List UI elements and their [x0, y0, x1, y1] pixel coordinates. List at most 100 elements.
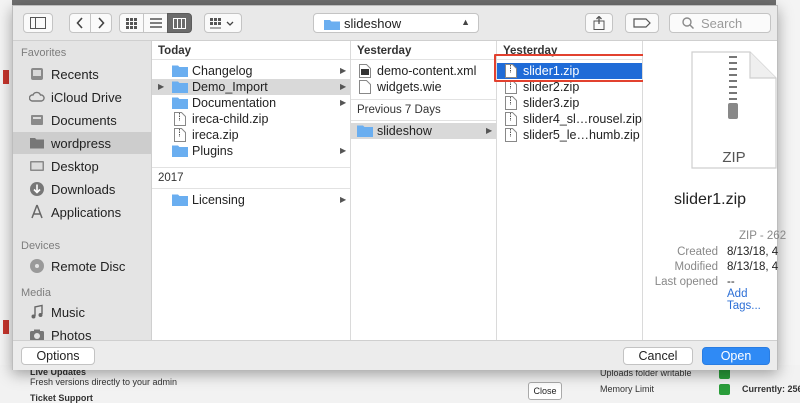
background-text: Memory Limit: [600, 384, 655, 394]
updown-chevron-icon: ▲: [461, 17, 470, 27]
list-item-label: ireca.zip: [192, 128, 239, 142]
sidebar-item-music[interactable]: Music: [13, 301, 151, 323]
list-item-selected[interactable]: ▶ Demo_Import ▶: [152, 79, 350, 95]
options-button[interactable]: Options: [21, 347, 95, 365]
sidebar-toggle-button[interactable]: [23, 13, 53, 33]
preview-filename: slider1.zip: [673, 191, 747, 208]
list-item-label: Changelog: [192, 64, 253, 78]
modified-value: 8/13/18, 4: [727, 261, 779, 273]
list-item-label: Documentation: [192, 96, 277, 110]
list-item[interactable]: slider3.zip: [497, 95, 642, 111]
list-item-label: slider5_le…humb.zip: [523, 128, 640, 142]
background-close-button[interactable]: Close: [528, 382, 562, 400]
sidebar-item-desktop[interactable]: Desktop: [13, 155, 151, 177]
back-button[interactable]: [69, 13, 91, 33]
sidebar-item-label: Downloads: [51, 182, 116, 197]
list-item[interactable]: slider4_sl…rousel.zip: [497, 111, 642, 127]
tag-icon: [633, 18, 651, 28]
disclosure-arrow-icon: ▶: [340, 195, 347, 204]
tags-button[interactable]: [625, 13, 659, 33]
documents-icon: [31, 115, 43, 125]
list-item[interactable]: Documentation ▶: [152, 95, 350, 111]
folder-icon: [172, 97, 188, 109]
grid-icon: [126, 17, 137, 29]
path-popup[interactable]: slideshow ▲: [313, 13, 479, 33]
sidebar-item-label: Remote Disc: [51, 259, 126, 274]
sidebar-icon: [30, 17, 46, 29]
disclosure-arrow-icon: ▶: [158, 82, 165, 91]
sidebar-item-label: iCloud Drive: [51, 90, 122, 105]
list-item[interactable]: slider5_le…humb.zip: [497, 127, 642, 143]
sidebar-item-documents[interactable]: Documents: [13, 109, 151, 131]
folder-icon: [172, 194, 188, 206]
zip-file-icon: [174, 128, 186, 142]
sidebar-item-label: Applications: [51, 205, 122, 220]
list-item[interactable]: Plugins ▶: [152, 143, 350, 159]
add-tags-link[interactable]: Add Tags...: [727, 288, 777, 312]
list-item-label: slideshow: [377, 124, 432, 138]
sidebar-item-remote-disc[interactable]: Remote Disc: [13, 255, 151, 277]
folder-icon: [172, 65, 188, 77]
folder-icon: [357, 125, 373, 137]
column-section-header: Previous 7 Days: [357, 104, 441, 116]
sidebar-item-downloads[interactable]: Downloads: [13, 178, 151, 200]
column-view-button[interactable]: [167, 13, 192, 33]
dialog-footer: Options Cancel Open: [13, 340, 777, 370]
list-item[interactable]: demo-content.xml: [351, 63, 496, 79]
list-item-label: slider4_sl…rousel.zip: [523, 112, 642, 126]
file-icon: [359, 80, 371, 94]
zip-file-icon: [505, 96, 517, 110]
list-view-button[interactable]: [143, 13, 168, 33]
sidebar-item-icloud-drive[interactable]: iCloud Drive: [13, 86, 151, 108]
list-item[interactable]: ireca.zip: [152, 127, 350, 143]
music-icon: [31, 304, 43, 319]
desktop-icon: [30, 161, 44, 171]
arrange-menu-button[interactable]: [204, 13, 242, 33]
column-divider: [351, 99, 496, 100]
share-button[interactable]: [585, 13, 613, 33]
background-text: Ticket Support: [30, 393, 93, 403]
column-section-header: Today: [158, 45, 192, 57]
list-item[interactable]: widgets.wie: [351, 79, 496, 95]
arrange-grid-icon: [210, 17, 234, 28]
check-icon: [719, 384, 730, 395]
created-value: 8/13/18, 4: [727, 246, 779, 258]
xml-file-icon: [359, 64, 371, 78]
list-item[interactable]: Changelog ▶: [152, 63, 350, 79]
last-opened-value: --: [727, 276, 735, 288]
open-button[interactable]: Open: [702, 347, 770, 365]
forward-button[interactable]: [90, 13, 112, 33]
search-field[interactable]: Search: [669, 13, 771, 33]
disclosure-arrow-icon: ▶: [486, 126, 493, 135]
sidebar: Favorites Recents iCloud Drive Documents…: [13, 41, 152, 343]
background-page-left: [0, 0, 12, 403]
created-label: Created: [677, 246, 718, 258]
list-item-label: Licensing: [192, 193, 245, 207]
list-item-label: slider3.zip: [523, 96, 580, 110]
sidebar-section-devices: Devices: [21, 240, 61, 252]
folder-icon: [172, 81, 188, 93]
disclosure-arrow-icon: ▶: [340, 66, 347, 75]
list-item[interactable]: Licensing ▶: [152, 192, 350, 208]
file-type-label: ZIP: [722, 149, 746, 166]
sidebar-section-media: Media: [21, 287, 51, 299]
list-item-label: demo-content.xml: [377, 64, 477, 78]
sidebar-item-recents[interactable]: Recents: [13, 63, 151, 85]
list-item[interactable]: ireca-child.zip: [152, 111, 350, 127]
list-item-selected[interactable]: slideshow ▶: [351, 123, 496, 139]
sidebar-item-applications[interactable]: Applications: [13, 201, 151, 223]
cancel-button[interactable]: Cancel: [623, 347, 693, 365]
icon-view-button[interactable]: [119, 13, 144, 33]
background-text: Fresh versions directly to your admin: [30, 377, 178, 387]
share-icon: [593, 16, 605, 30]
list-icon: [149, 18, 162, 28]
column-divider: [351, 120, 496, 121]
folder-icon: [172, 145, 188, 157]
column-divider: [351, 59, 496, 60]
sidebar-item-wordpress[interactable]: wordpress: [13, 132, 151, 154]
column-section-header: Yesterday: [357, 45, 412, 57]
list-item-label: widgets.wie: [377, 80, 442, 94]
background-page-right: [776, 0, 800, 403]
recents-icon: [31, 68, 43, 80]
list-item-label: ireca-child.zip: [192, 112, 269, 126]
